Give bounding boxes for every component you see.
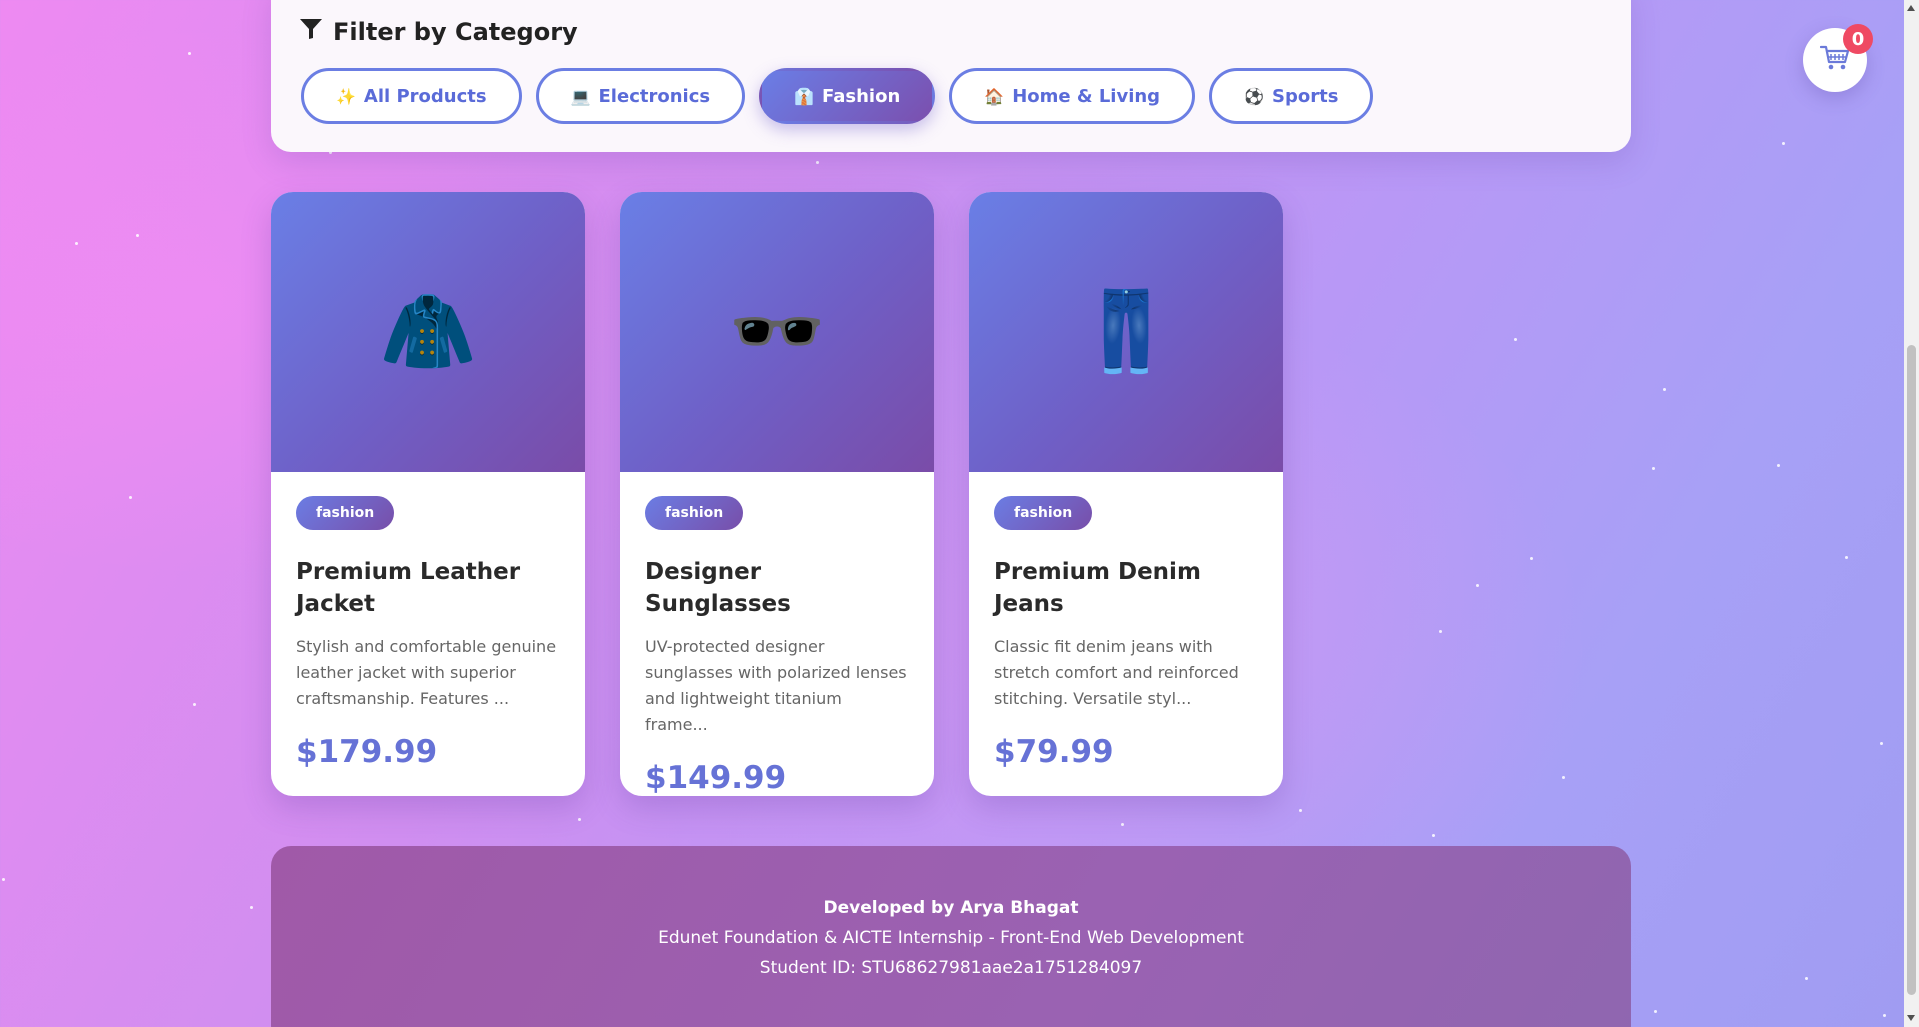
laptop-icon: 💻 bbox=[570, 86, 591, 106]
scroll-down-arrow-icon[interactable] bbox=[1907, 1015, 1915, 1021]
soccer-ball-icon: ⚽ bbox=[1244, 86, 1264, 106]
filter-button-label: Sports bbox=[1272, 85, 1339, 107]
product-price: $149.99 bbox=[645, 760, 787, 796]
cart-count-badge: 0 bbox=[1843, 24, 1873, 54]
filter-all-products-button[interactable]: ✨ All Products bbox=[301, 68, 522, 124]
page-scrollbar[interactable] bbox=[1904, 0, 1919, 1027]
category-badge: fashion bbox=[296, 496, 395, 530]
product-name: Premium Denim Jeans bbox=[994, 559, 1201, 617]
sparkles-icon: ✨ bbox=[336, 86, 356, 106]
product-price: $179.99 bbox=[296, 734, 438, 770]
filter-title: Filter by Category bbox=[333, 18, 578, 46]
jeans-icon: 👖 bbox=[1077, 286, 1175, 377]
footer-student-id: Student ID: STU68627981aae2a1751284097 bbox=[759, 958, 1143, 978]
filter-button-label: Fashion bbox=[822, 85, 901, 107]
filter-fashion-button[interactable]: 👔 Fashion bbox=[759, 68, 936, 124]
coat-icon: 🧥 bbox=[379, 286, 477, 377]
product-name: Premium Leather Jacket bbox=[296, 559, 521, 617]
product-card[interactable]: 👖 fashion Premium Denim Jeans Classic fi… bbox=[969, 192, 1283, 796]
filter-sports-button[interactable]: ⚽ Sports bbox=[1209, 68, 1374, 124]
filter-button-label: All Products bbox=[363, 85, 487, 107]
product-name: Designer Sunglasses bbox=[645, 559, 791, 617]
filter-button-group: ✨ All Products 💻 Electronics 👔 Fashion 🏠… bbox=[301, 68, 1374, 124]
filter-button-label: Electronics bbox=[598, 85, 711, 107]
filter-electronics-button[interactable]: 💻 Electronics bbox=[535, 68, 746, 124]
filter-button-label: Home & Living bbox=[1012, 85, 1161, 107]
product-description: Stylish and comfortable genuine leather … bbox=[296, 637, 557, 708]
product-description: UV-protected designer sunglasses with po… bbox=[645, 637, 907, 734]
product-image: 🕶️ bbox=[620, 192, 934, 472]
scroll-up-arrow-icon[interactable] bbox=[1907, 5, 1915, 11]
funnel-icon bbox=[299, 18, 323, 46]
sunglasses-icon: 🕶️ bbox=[728, 286, 826, 377]
filter-heading: Filter by Category bbox=[299, 18, 578, 46]
product-card[interactable]: 🧥 fashion Premium Leather Jacket Stylish… bbox=[271, 192, 585, 796]
shopping-cart-icon bbox=[1819, 44, 1850, 76]
page-footer: Developed by Arya Bhagat Edunet Foundati… bbox=[271, 846, 1631, 1027]
footer-developer: Developed by Arya Bhagat bbox=[823, 898, 1079, 918]
scrollbar-thumb[interactable] bbox=[1907, 345, 1916, 995]
category-badge: fashion bbox=[645, 496, 744, 530]
category-filter-panel: Filter by Category ✨ All Products 💻 Elec… bbox=[271, 0, 1631, 152]
product-image: 👖 bbox=[969, 192, 1283, 472]
category-badge: fashion bbox=[994, 496, 1093, 530]
product-image: 🧥 bbox=[271, 192, 585, 472]
house-icon: 🏠 bbox=[984, 86, 1005, 106]
product-card[interactable]: 🕶️ fashion Designer Sunglasses UV-protec… bbox=[620, 192, 934, 796]
product-description: Classic fit denim jeans with stretch com… bbox=[994, 637, 1239, 708]
footer-internship: Edunet Foundation & AICTE Internship - F… bbox=[658, 928, 1244, 948]
filter-home-living-button[interactable]: 🏠 Home & Living bbox=[949, 68, 1196, 124]
product-price: $79.99 bbox=[994, 734, 1114, 770]
necktie-icon: 👔 bbox=[794, 86, 814, 106]
